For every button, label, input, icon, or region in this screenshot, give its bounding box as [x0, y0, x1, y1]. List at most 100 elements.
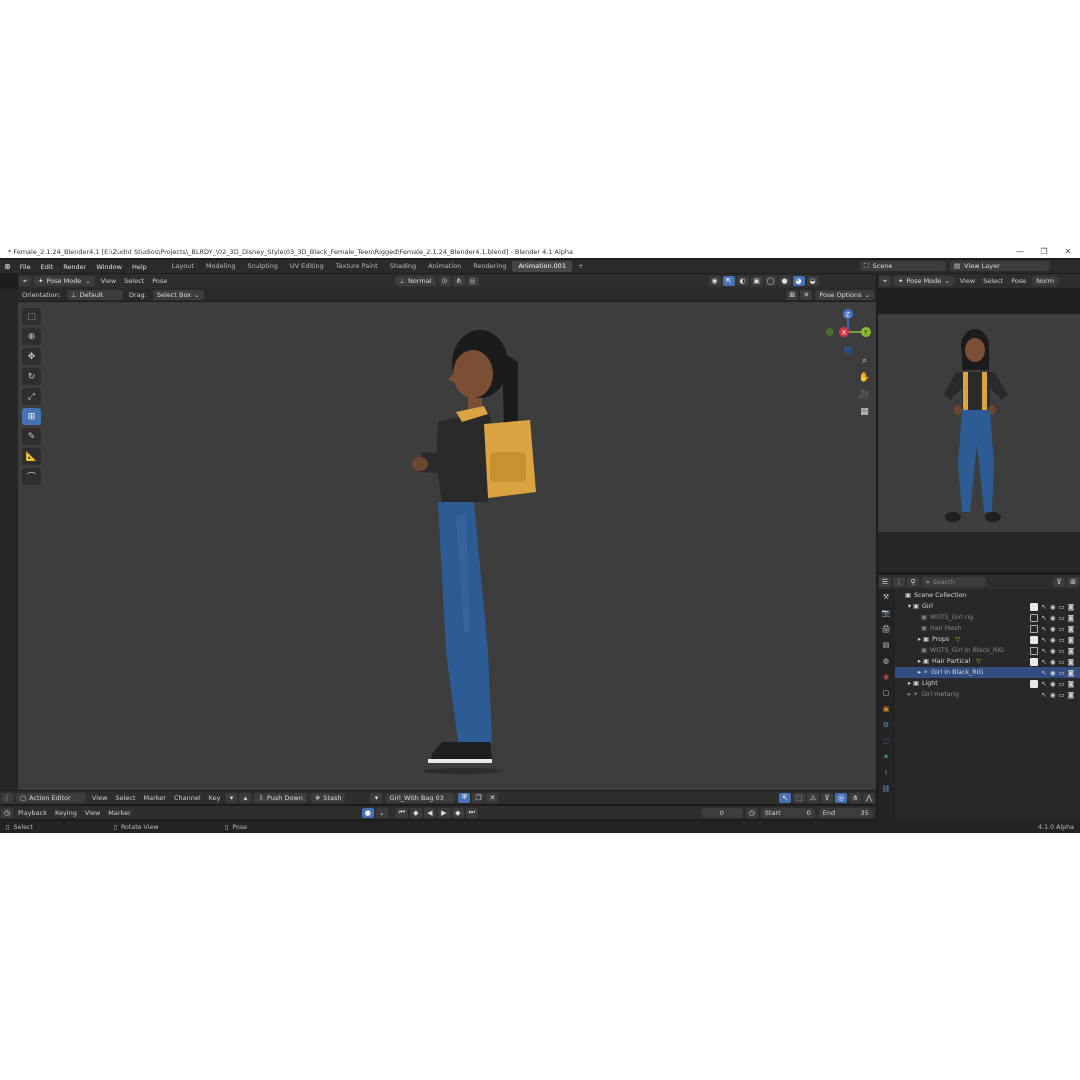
eye-icon[interactable]: ◉	[1050, 669, 1056, 677]
new-collection-icon[interactable]: ⊞	[1067, 577, 1079, 587]
exclude-checkbox[interactable]	[1030, 602, 1039, 611]
exclude-checkbox[interactable]	[1030, 657, 1039, 666]
exclude-checkbox[interactable]	[1030, 646, 1039, 655]
minimize-button[interactable]: —	[1008, 246, 1032, 258]
only-selected-icon[interactable]: ↖	[779, 792, 791, 803]
monitor-icon[interactable]: ▭	[1059, 603, 1065, 611]
start-frame-field[interactable]: Start 0	[760, 807, 815, 818]
render-icon[interactable]: ◙	[1068, 636, 1074, 644]
render-icon[interactable]: ◙	[1068, 625, 1074, 633]
end-frame-field[interactable]: End 35	[818, 807, 873, 818]
eye-icon[interactable]: ◉	[1050, 691, 1056, 699]
mirror-icon[interactable]: ⊠	[786, 289, 799, 300]
menu-edit[interactable]: Edit	[36, 263, 59, 271]
solid-shading-icon[interactable]: ●	[778, 276, 791, 286]
menu-file[interactable]: File	[15, 263, 36, 271]
ae-menu-select[interactable]: Select	[111, 794, 139, 802]
tab-rendering[interactable]: Rendering	[467, 261, 512, 272]
show-hidden-icon[interactable]: ⬚	[793, 792, 805, 803]
orientation-dropdown[interactable]: ⊥ Default	[66, 289, 123, 300]
bone-constraint-icon[interactable]: ⛓	[879, 785, 893, 797]
render-icon[interactable]: ◙	[1068, 614, 1074, 622]
output-properties-icon[interactable]: 🖨	[879, 625, 893, 637]
view-layer-selector[interactable]: ▤ View Layer	[950, 261, 1050, 271]
editor-type-icon[interactable]: ⌖	[879, 276, 891, 286]
preview-mode-selector[interactable]: ✦ Pose Mode ⌄	[894, 276, 954, 286]
play-icon[interactable]: ▶	[437, 807, 450, 818]
eye-icon[interactable]: ◉	[1050, 636, 1056, 644]
filter-icon[interactable]: ⊽	[821, 792, 833, 803]
grid-icon[interactable]: ▦	[858, 407, 871, 420]
current-frame-field[interactable]: 0	[700, 807, 743, 818]
filter-mode-icon[interactable]: ⚲	[907, 577, 919, 587]
preview-menu-view[interactable]: View	[956, 277, 979, 285]
drag-dropdown[interactable]: Select Box ⌄	[152, 289, 204, 300]
proportional-edit-icon[interactable]: ◎	[835, 792, 847, 803]
outliner-editor-icon[interactable]: ☰	[879, 577, 891, 587]
tl-menu-marker[interactable]: Marker	[104, 809, 134, 817]
rendered-shading-icon[interactable]: ◒	[806, 276, 819, 286]
tab-animation-001[interactable]: Animation.001	[512, 261, 573, 272]
select-icon[interactable]: ↖	[1041, 669, 1046, 677]
eye-icon[interactable]: ◉	[1050, 680, 1056, 688]
menu-view[interactable]: View	[97, 277, 120, 285]
mode-selector[interactable]: ✦ Pose Mode ⌄	[34, 276, 95, 286]
blender-logo-icon[interactable]: ⊛	[0, 262, 15, 271]
world-properties-icon[interactable]: ◉	[879, 673, 893, 685]
pan-hand-icon[interactable]: ✋	[858, 373, 871, 386]
cursor-tool-icon[interactable]: ⊕	[22, 328, 41, 345]
menu-window[interactable]: Window	[91, 263, 127, 271]
outliner-row-light[interactable]: ▸ ▣ Light ↖ ◉ ▭ ◙	[895, 678, 1080, 689]
render-icon[interactable]: ◙	[1068, 603, 1074, 611]
modifier-properties-icon[interactable]: ⚙	[879, 721, 893, 733]
outliner-row-hair-partical[interactable]: ▸ ▣ Hair Partical ▽ ↖ ◉ ▭ ◙	[895, 656, 1080, 667]
physics-properties-icon[interactable]: ◌	[879, 737, 893, 749]
select-icon[interactable]: ↖	[1041, 636, 1046, 644]
push-down-button[interactable]: ⇩ Push Down	[254, 792, 307, 803]
keying-set-icon[interactable]: ⌄	[375, 807, 388, 818]
monitor-icon[interactable]: ▭	[1059, 669, 1065, 677]
key-type-icon[interactable]: ▾	[225, 792, 238, 803]
pivot-icon[interactable]: ⊙	[438, 276, 451, 286]
action-name-field[interactable]: Girl_With Bag 03	[385, 792, 456, 803]
gizmo-toggle-icon[interactable]: ⇱	[722, 276, 735, 286]
data-properties-icon[interactable]: ✶	[879, 753, 893, 765]
render-icon[interactable]: ◙	[1068, 691, 1074, 699]
xmirror-icon[interactable]: ✕	[800, 289, 813, 300]
3d-viewport[interactable]	[18, 302, 876, 790]
xray-icon[interactable]: ▣	[750, 276, 763, 286]
navigation-gizmo[interactable]: Z X Y	[826, 308, 872, 354]
jump-next-key-icon[interactable]: ◆	[451, 807, 464, 818]
tool-properties-icon[interactable]: ⚒	[879, 593, 893, 605]
eye-icon[interactable]: ◉	[1050, 658, 1056, 666]
exclude-checkbox[interactable]	[1030, 624, 1039, 633]
tl-menu-view[interactable]: View	[81, 809, 104, 817]
eye-icon[interactable]: ◉	[1050, 603, 1056, 611]
monitor-icon[interactable]: ▭	[1059, 658, 1065, 666]
jump-prev-key-icon[interactable]: ◆	[409, 807, 422, 818]
outliner-row-hair-mesh[interactable]: ▣ Hair Mesh ↖ ◉ ▭ ◙	[895, 623, 1080, 634]
transform-tool-icon[interactable]: ⊞	[22, 408, 41, 425]
clock-icon[interactable]: ◷	[1, 807, 13, 818]
eye-icon[interactable]: ◉	[1050, 614, 1056, 622]
tab-sculpting[interactable]: Sculpting	[241, 261, 283, 272]
tl-menu-playback[interactable]: Playback	[14, 809, 51, 817]
exclude-checkbox[interactable]	[1030, 679, 1039, 688]
menu-pose[interactable]: Pose	[148, 277, 171, 285]
preview-menu-pose[interactable]: Pose	[1007, 277, 1030, 285]
select-icon[interactable]: ↖	[1041, 658, 1046, 666]
eye-icon[interactable]: ◉	[1050, 625, 1056, 633]
play-reverse-icon[interactable]: ◀	[423, 807, 436, 818]
only-errors-icon[interactable]: ⚠	[807, 792, 819, 803]
menu-help[interactable]: Help	[127, 263, 152, 271]
preview-shading-dropdown[interactable]: Norm	[1032, 276, 1059, 286]
editor-type-icon[interactable]: ⋮	[1, 792, 13, 803]
outliner-row-wgts-girl-rig[interactable]: ▣ WGTS_Girl rig ↖ ◉ ▭ ◙	[895, 612, 1080, 623]
display-mode-icon[interactable]: ⋮	[893, 577, 905, 587]
jump-start-icon[interactable]: ⏮	[395, 807, 408, 818]
render-icon[interactable]: ◙	[1068, 658, 1074, 666]
preview-menu-select[interactable]: Select	[979, 277, 1007, 285]
jump-end-icon[interactable]: ⏭	[465, 807, 478, 818]
interpolation-icon[interactable]: ▴	[239, 792, 252, 803]
ae-menu-channel[interactable]: Channel	[170, 794, 205, 802]
